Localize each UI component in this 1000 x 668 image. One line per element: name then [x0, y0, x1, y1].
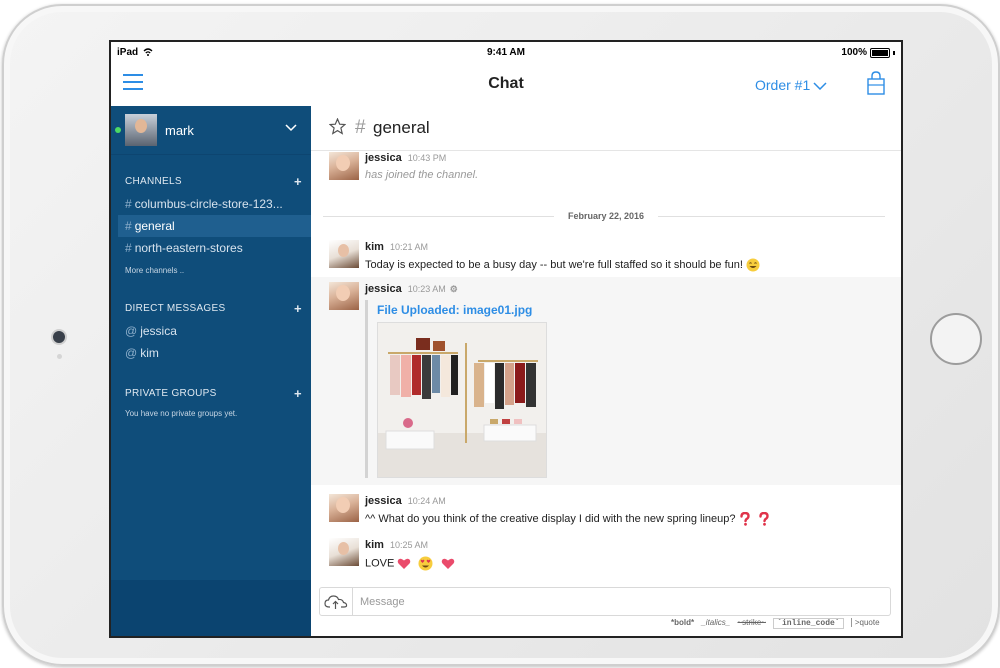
avatar	[329, 282, 359, 310]
screen: iPad 9:41 AM 100% Chat Order #1 mark CHA…	[109, 40, 903, 638]
battery-icon	[870, 47, 890, 58]
star-icon[interactable]	[329, 118, 346, 135]
hint-inline-code: `inline_code`	[773, 618, 844, 629]
message-time: 10:24 AM	[407, 496, 446, 506]
more-channels-link[interactable]: More channels ..	[125, 266, 184, 275]
sidebar-item-general[interactable]: # general	[118, 215, 311, 237]
private-groups-empty-text: You have no private groups yet.	[125, 409, 238, 418]
user-menu[interactable]: mark	[111, 106, 311, 155]
avatar	[329, 240, 359, 268]
message-author: kim 10:21 AM	[365, 241, 428, 253]
chat-main: # general jessica 10:43 PM has joined the…	[311, 106, 901, 636]
status-bar: iPad 9:41 AM 100%	[111, 42, 901, 62]
avatar	[329, 494, 359, 522]
home-button[interactable]	[930, 313, 982, 365]
battery-percent: 100%	[841, 47, 867, 58]
avatar	[329, 152, 359, 180]
hint-quote: >quote	[850, 618, 880, 627]
message-composer	[319, 587, 891, 616]
message-text: Today is expected to be a busy day -- bu…	[365, 258, 760, 272]
top-nav-bar: Chat Order #1	[111, 62, 901, 107]
message-author: jessica 10:24 AM	[365, 495, 446, 507]
format-hints: *bold* _italics_ ~strike~ `inline_code` …	[671, 618, 885, 629]
private-groups-header: PRIVATE GROUPS	[125, 388, 217, 399]
question-emoji	[758, 512, 769, 526]
message-text: has joined the channel.	[365, 169, 479, 181]
username: mark	[165, 123, 194, 138]
channel-header: # general	[311, 106, 901, 151]
message-author: jessica 10:43 PM	[365, 152, 447, 164]
sidebar-item-columbus-circle-store[interactable]: # columbus-circle-store-123...	[118, 193, 311, 215]
online-status-dot	[115, 127, 121, 133]
sidebar-footer	[111, 580, 311, 636]
channels-header: CHANNELS	[125, 176, 182, 187]
channel-name: general	[373, 118, 430, 137]
message-time: 10:21 AM	[389, 242, 428, 252]
shopping-bag-icon[interactable]	[867, 71, 885, 95]
sidebar-item-north-eastern-stores[interactable]: # north-eastern-stores	[118, 237, 311, 259]
status-time: 9:41 AM	[487, 47, 525, 58]
chevron-down-icon[interactable]	[285, 124, 297, 132]
hint-bold: *bold*	[671, 618, 695, 627]
question-emoji	[739, 512, 750, 526]
sensor-dot	[57, 354, 62, 359]
order-dropdown[interactable]: Order #1	[755, 77, 827, 93]
ipad-frame: iPad 9:41 AM 100% Chat Order #1 mark CHA…	[2, 4, 1000, 666]
avatar	[329, 538, 359, 566]
message-author: jessica 10:23 AM ⚙	[365, 283, 458, 295]
store-display-image	[378, 323, 546, 477]
chevron-down-icon	[813, 82, 827, 91]
avatar	[125, 114, 157, 146]
file-link[interactable]: File Uploaded: image01.jpg	[377, 303, 532, 317]
upload-button[interactable]	[320, 588, 353, 615]
message-time: 10:43 PM	[407, 153, 447, 163]
attachment-bar	[365, 300, 368, 478]
uploaded-image[interactable]	[377, 322, 547, 478]
direct-messages-header: DIRECT MESSAGES	[125, 303, 226, 314]
status-battery: 100%	[841, 47, 895, 58]
message-text: ^^ What do you think of the creative dis…	[365, 512, 770, 526]
add-direct-message-button[interactable]: +	[294, 301, 302, 316]
message-time: 10:25 AM	[389, 540, 428, 550]
sidebar-item-kim[interactable]: @ kim	[118, 342, 311, 364]
gear-icon[interactable]: ⚙	[450, 284, 458, 294]
heart-emoji	[398, 558, 411, 569]
hint-italics: _italics_	[701, 618, 731, 627]
channel-hash: #	[355, 117, 366, 138]
message-text: LOVE	[365, 556, 455, 571]
message-input[interactable]	[358, 592, 882, 612]
message-author: kim 10:25 AM	[365, 539, 428, 551]
heart-eyes-emoji	[418, 556, 433, 571]
cloud-upload-icon	[324, 595, 348, 609]
sidebar: mark CHANNELS + # columbus-circle-store-1…	[111, 106, 311, 636]
date-divider: February 22, 2016	[311, 211, 901, 221]
sidebar-item-jessica[interactable]: @ jessica	[118, 320, 311, 342]
heart-emoji	[441, 558, 454, 569]
smile-emoji	[746, 258, 760, 272]
message-time: 10:23 AM	[407, 284, 446, 294]
camera-icon	[53, 331, 65, 343]
hint-strike: ~strike~	[737, 618, 766, 627]
add-private-group-button[interactable]: +	[294, 386, 302, 401]
add-channel-button[interactable]: +	[294, 174, 302, 189]
order-label: Order #1	[755, 77, 811, 93]
